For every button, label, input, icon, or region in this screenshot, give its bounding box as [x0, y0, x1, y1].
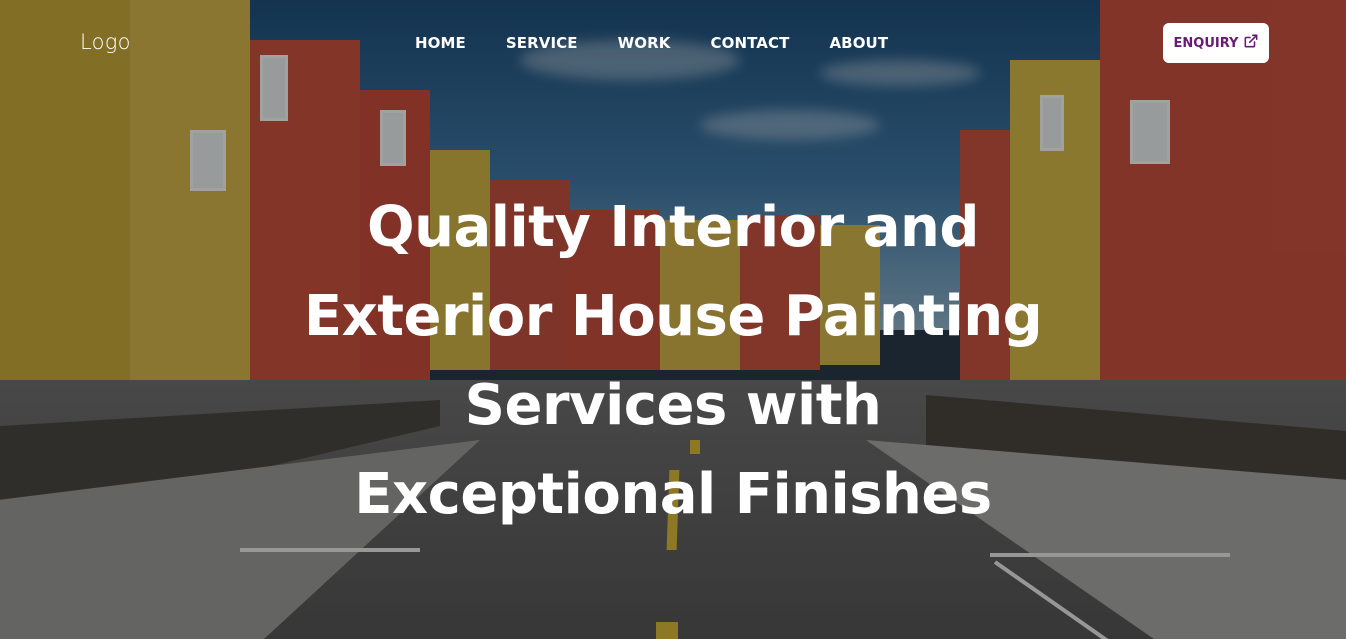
enquiry-button[interactable]: ENQUIRY	[1163, 23, 1269, 63]
headline-line-4: Exceptional Finishes	[354, 462, 992, 527]
nav-item-work[interactable]: WORK	[618, 34, 671, 52]
nav-item-contact[interactable]: CONTACT	[711, 34, 790, 52]
logo[interactable]: Logo	[80, 30, 131, 54]
nav-item-about[interactable]: ABOUT	[829, 34, 888, 52]
headline-line-1: Quality Interior and	[366, 195, 980, 260]
hero-section: Logo HOME SERVICE WORK CONTACT ABOUT ENQ…	[0, 0, 1346, 639]
enquiry-label: ENQUIRY	[1173, 35, 1239, 51]
headline-line-2: Exterior House Painting	[303, 284, 1043, 349]
hero-headline: Quality Interior and Exterior House Pain…	[273, 183, 1073, 539]
nav-item-home[interactable]: HOME	[415, 34, 466, 52]
headline-line-3: Services with	[464, 373, 882, 438]
nav-item-service[interactable]: SERVICE	[506, 34, 578, 52]
top-navigation: Logo HOME SERVICE WORK CONTACT ABOUT ENQ…	[0, 0, 1346, 86]
main-menu: HOME SERVICE WORK CONTACT ABOUT	[415, 34, 888, 52]
external-link-icon	[1244, 34, 1258, 52]
